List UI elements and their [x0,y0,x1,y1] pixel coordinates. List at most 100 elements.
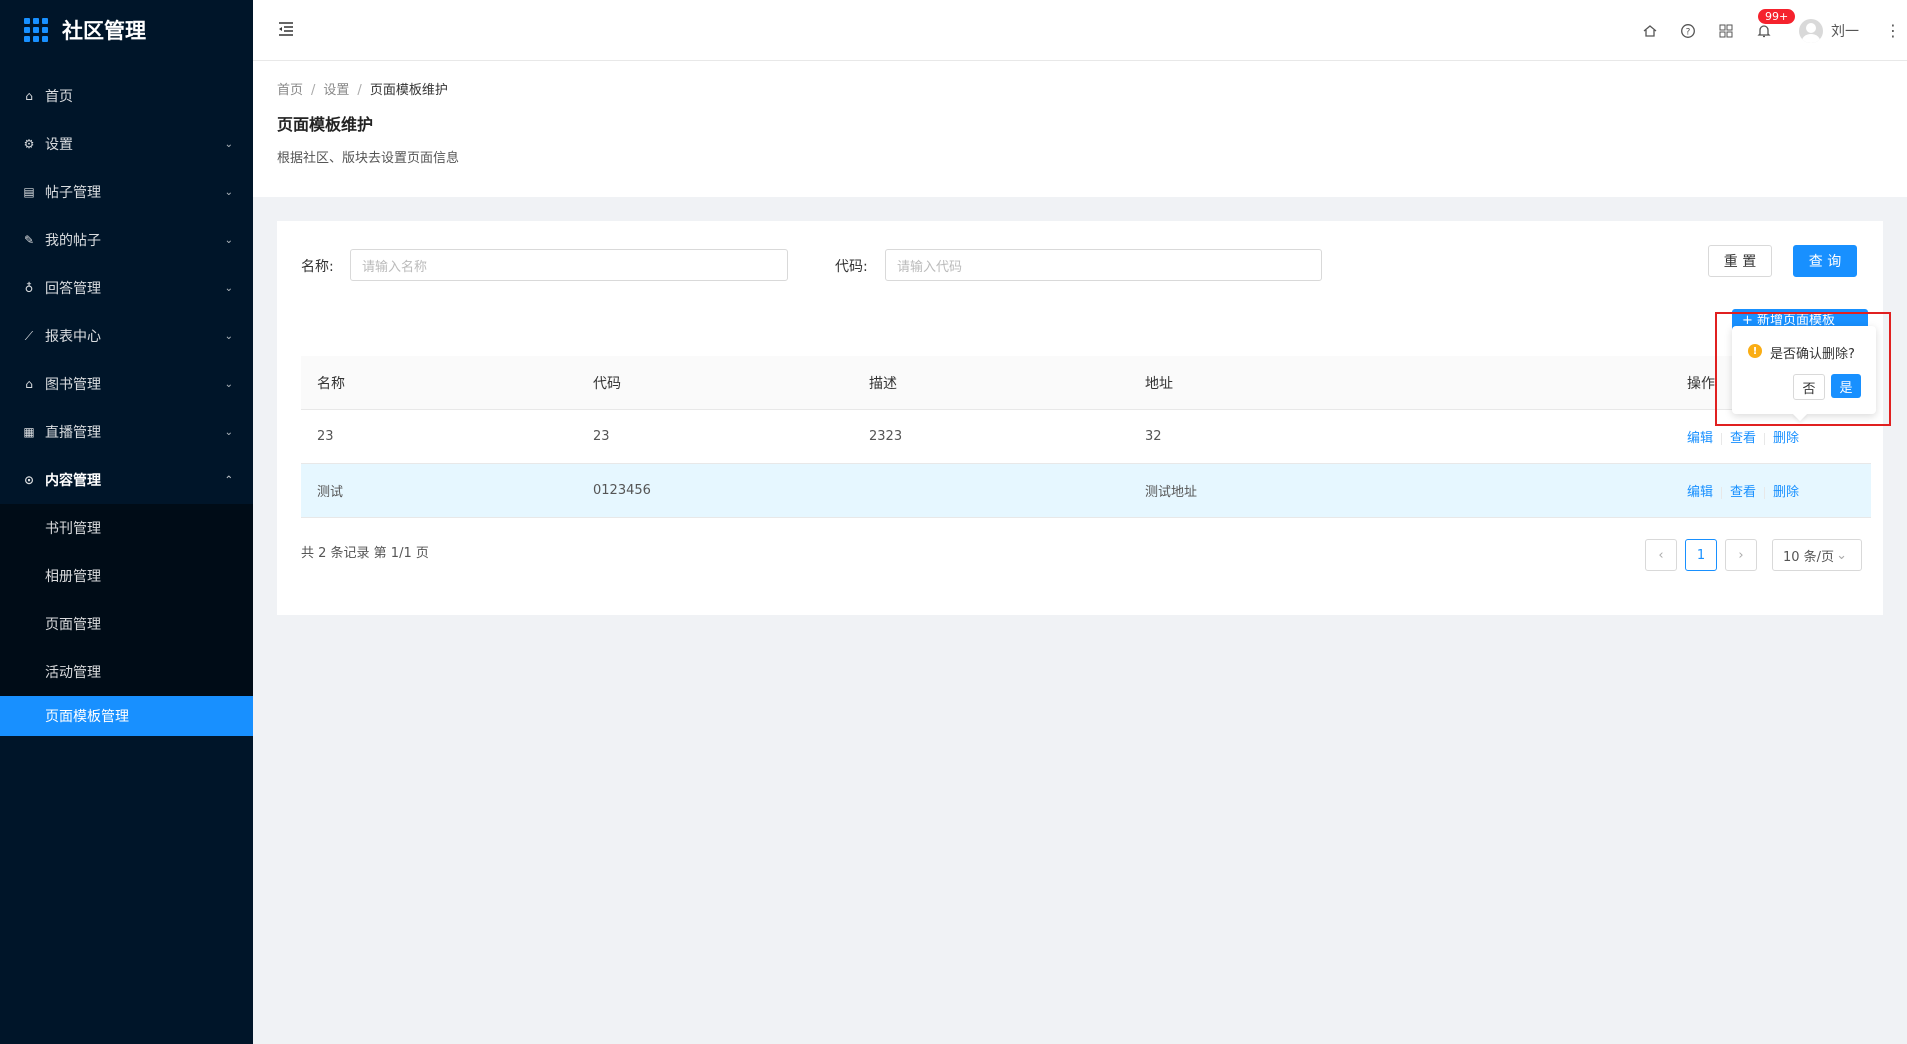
template-table: 名称 代码 描述 地址 操作 23 23 2323 32 编辑 查看 删除 测试 0… [301,356,1871,518]
edit-link[interactable]: 编辑 [1687,485,1713,500]
sidebar-item-label: 内容管理 [45,473,101,489]
appstore-icon[interactable] [1718,23,1734,39]
avatar[interactable] [1799,18,1823,43]
sidebar-item-label: 报表中心 [45,329,101,345]
code-label: 代码: [835,259,868,275]
reset-button[interactable]: 重 置 [1708,245,1772,277]
chevron-down-icon: ⌄ [224,138,233,150]
chevron-down-icon: ⌄ [224,426,233,438]
cell-code: 23 [593,429,610,444]
next-page-button[interactable]: › [1725,539,1757,571]
page-1-button[interactable]: 1 [1685,539,1717,571]
chevron-down-icon: ⌄ [224,330,233,342]
bulb-icon: ♁ [24,281,34,295]
appstore-icon: ▦ [23,425,35,439]
cell-actions: 编辑 查看 删除 [1687,481,1871,500]
content-submenu: 书刊管理 相册管理 页面管理 活动管理 页面模板管理 [0,504,253,736]
name-label: 名称: [301,259,334,275]
chevron-down-icon: ⌄ [224,186,233,198]
breadcrumb-home[interactable]: 首页 [277,83,303,98]
chevron-down-icon: ⌄ [224,234,233,246]
popconfirm-cancel-button[interactable]: 否 [1793,374,1825,400]
sidebar-subitem-albums[interactable]: 相册管理 [0,552,253,600]
gear-icon: ⚙ [23,137,35,151]
exclamation-circle-icon: ! [1748,344,1762,358]
top-header: ? 99+ 刘一 ⋮ [253,0,1907,61]
sidebar-item-answers[interactable]: ♁ 回答管理 ⌄ [0,264,253,312]
sidebar-item-posts[interactable]: ▤ 帖子管理 ⌄ [0,168,253,216]
cell-name: 测试 [317,485,344,500]
sidebar-subitem-journals[interactable]: 书刊管理 [0,504,253,552]
page-size-select[interactable]: 10 条/页 ⌄ [1772,539,1862,571]
pagination-total: 共 2 条记录 第 1/1 页 [301,546,429,561]
sidebar-item-settings[interactable]: ⚙ 设置 ⌄ [0,120,253,168]
breadcrumb: 首页 / 设置 / 页面模板维护 [277,83,448,98]
header-actions: ? 99+ 刘一 ⋮ [1631,0,1907,61]
column-header-address: 地址 [1145,375,1173,392]
view-link[interactable]: 查看 [1730,485,1756,500]
line-chart-icon: ⟋ [24,328,34,343]
delete-link[interactable]: 删除 [1773,431,1799,446]
view-link[interactable]: 查看 [1730,431,1756,446]
logo[interactable]: 社区管理 [0,0,253,60]
sidebar-subitem-pages[interactable]: 页面管理 [0,600,253,648]
sidebar-item-label: 首页 [45,89,73,105]
breadcrumb-settings[interactable]: 设置 [323,83,349,98]
help-icon[interactable]: ? [1680,23,1696,39]
page-size-value: 10 条/页 [1783,549,1835,565]
menu-fold-icon[interactable] [277,20,295,38]
edit-link[interactable]: 编辑 [1687,431,1713,446]
prev-page-button[interactable]: ‹ [1645,539,1677,571]
more-vertical-icon[interactable]: ⋮ [1885,21,1901,40]
sidebar-subitem-activities[interactable]: 活动管理 [0,648,253,696]
cell-name: 23 [317,429,334,444]
app-title: 社区管理 [62,19,146,43]
table-header: 名称 代码 描述 地址 操作 [301,356,1871,410]
sidebar-item-label: 设置 [45,137,73,153]
column-header-name: 名称 [317,375,345,392]
username[interactable]: 刘一 [1831,21,1859,41]
name-input[interactable]: 请输入名称 [350,249,788,281]
play-circle-icon: ⊙ [23,473,35,487]
app-grid-logo-icon [24,18,48,42]
home-icon: ⌂ [25,89,33,103]
sidebar-item-my-posts[interactable]: ✎ 我的帖子 ⌄ [0,216,253,264]
home-icon: ⌂ [25,377,33,391]
chevron-down-icon: ⌄ [224,378,233,390]
sidebar-item-content[interactable]: ⊙ 内容管理 ⌃ [0,456,253,504]
cell-code: 0123456 [593,483,651,498]
table-row: 23 23 2323 32 编辑 查看 删除 [301,410,1871,464]
column-header-desc: 描述 [869,375,897,392]
chevron-right-icon: › [1738,547,1744,563]
popconfirm-message: 是否确认删除? [1770,347,1855,362]
table-row: 测试 0123456 测试地址 编辑 查看 删除 [301,464,1871,518]
popconfirm-ok-button[interactable]: 是 [1831,374,1861,398]
bell-icon[interactable]: 99+ [1756,8,1796,39]
delete-link[interactable]: 删除 [1773,485,1799,500]
cell-actions: 编辑 查看 删除 [1687,427,1871,446]
cell-desc: 2323 [869,429,903,444]
sidebar-item-label: 图书管理 [45,377,101,393]
sidebar-item-reports[interactable]: ⟋ 报表中心 ⌄ [0,312,253,360]
sidebar-item-label: 我的帖子 [45,233,101,249]
content-card: 名称: 请输入名称 代码: 请输入代码 重 置 查 询 名称 代码 描述 地址 … [277,221,1883,615]
search-button[interactable]: 查 询 [1793,245,1857,277]
sidebar-item-books[interactable]: ⌂ 图书管理 ⌄ [0,360,253,408]
page-description: 根据社区、版块去设置页面信息 [277,151,460,166]
sidebar-item-label: 回答管理 [45,281,101,297]
chevron-left-icon: ‹ [1658,547,1664,563]
notification-badge: 99+ [1758,8,1796,24]
page-title: 页面模板维护 [277,115,374,134]
chevron-up-icon: ⌃ [224,474,233,486]
code-input[interactable]: 请输入代码 [885,249,1322,281]
sidebar-subitem-page-templates[interactable]: 页面模板管理 [0,696,253,736]
sidebar-item-home[interactable]: ⌂ 首页 [0,72,253,120]
cell-address: 32 [1145,429,1162,444]
post-icon: ▤ [23,185,35,199]
breadcrumb-current: 页面模板维护 [369,83,448,98]
page-header: 首页 / 设置 / 页面模板维护 页面模板维护 根据社区、版块去设置页面信息 [253,61,1907,197]
home-icon[interactable] [1642,23,1658,39]
sidebar-item-live[interactable]: ▦ 直播管理 ⌄ [0,408,253,456]
chevron-down-icon: ⌄ [1836,547,1847,563]
sidebar-menu: ⌂ 首页 ⚙ 设置 ⌄ ▤ 帖子管理 ⌄ ✎ 我的帖子 ⌄ ♁ 回答管理 ⌄ ⟋… [0,72,253,736]
